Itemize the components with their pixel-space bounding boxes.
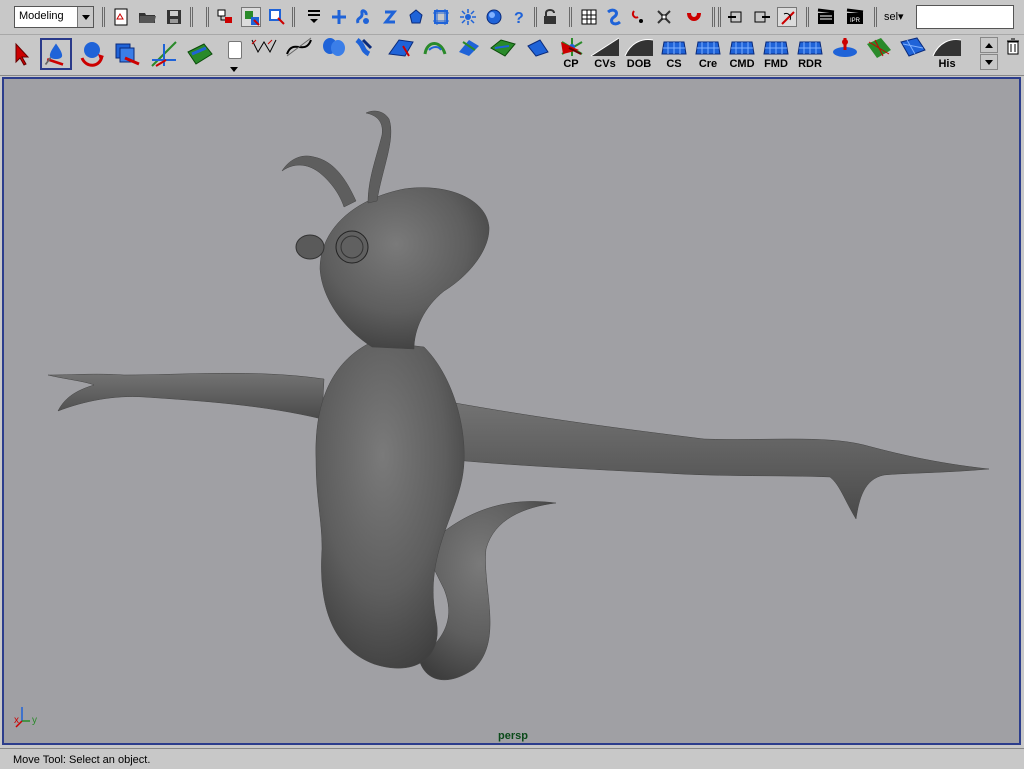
status-divider[interactable] <box>806 7 809 27</box>
magnet-icon[interactable] <box>684 7 704 27</box>
shelf-button-rdr[interactable]: RDR <box>794 36 826 70</box>
shelf-button-paint[interactable] <box>863 36 895 70</box>
shelf-button-surface-tool[interactable] <box>897 36 929 70</box>
history-icon[interactable] <box>484 7 504 27</box>
render-icon[interactable] <box>816 7 836 27</box>
shelf-button-cv-curve[interactable] <box>248 36 280 70</box>
chevron-up-icon[interactable] <box>980 37 998 53</box>
view-axis-indicator: x y <box>12 701 52 731</box>
manipulator-icon[interactable] <box>148 38 180 70</box>
shelf-button-extrude[interactable] <box>419 36 451 70</box>
alien-model[interactable] <box>4 79 1019 743</box>
help-line: Move Tool: Select an object. <box>0 748 1024 769</box>
shelf-scroll[interactable] <box>980 37 998 71</box>
axis-x-label: x <box>14 715 19 726</box>
shelf-button-label: Cre <box>698 58 718 70</box>
perspective-viewport[interactable]: x y persp <box>2 77 1021 745</box>
shelf-button-label: RDR <box>798 58 822 70</box>
quick-select-label[interactable]: sel▾ <box>884 10 904 23</box>
open-scene-icon[interactable] <box>137 7 157 27</box>
status-divider[interactable] <box>718 7 721 27</box>
output-line-icon[interactable] <box>752 7 772 27</box>
mask-menu-icon[interactable] <box>304 7 324 27</box>
shelf-button-label: CP <box>563 58 579 70</box>
shelf-button-boundary[interactable] <box>487 36 519 70</box>
shelf-button-label: FMD <box>764 58 788 70</box>
show-manipulator-icon[interactable] <box>184 38 216 70</box>
svg-text:IPR: IPR <box>850 18 861 24</box>
make-live-icon[interactable] <box>458 7 478 27</box>
rotate-tool-icon[interactable] <box>76 38 108 70</box>
shelf-button-label: DOB <box>626 58 652 70</box>
shelf-button-label: CMD <box>729 58 755 70</box>
select-all-icon[interactable] <box>329 7 349 27</box>
shelf-button-cvs[interactable]: CVs <box>589 36 621 70</box>
status-divider[interactable] <box>712 7 715 27</box>
shelf-button-his[interactable]: His <box>931 36 963 70</box>
status-divider[interactable] <box>534 7 537 27</box>
shelf-button-cmd[interactable]: CMD <box>726 36 758 70</box>
snap-curve-icon[interactable] <box>380 7 400 27</box>
snap-view-plane-icon[interactable] <box>431 7 451 27</box>
construction-history-icon[interactable] <box>604 7 624 27</box>
help-icon[interactable]: ? <box>509 7 529 27</box>
shelf-button-label: CS <box>666 58 682 70</box>
snap-point-icon[interactable] <box>406 7 426 27</box>
status-line: Modeling ? IPR sel▾ <box>0 0 1024 35</box>
move-tool-icon[interactable] <box>40 38 72 70</box>
new-scene-icon[interactable] <box>111 7 131 27</box>
shelf-button-cp[interactable]: CP <box>555 36 587 70</box>
shelf-tab-menu[interactable] <box>226 39 244 73</box>
select-tool-icon[interactable] <box>5 38 37 70</box>
select-component-icon[interactable] <box>267 7 287 27</box>
shelf-button-ep-curve[interactable] <box>283 36 315 70</box>
input-ops-icon[interactable] <box>579 7 599 27</box>
chevron-down-icon[interactable] <box>226 59 242 73</box>
shelf-tab-box[interactable] <box>228 41 242 59</box>
camera-label: persp <box>498 730 528 742</box>
status-divider[interactable] <box>102 7 105 27</box>
scale-tool-icon[interactable] <box>111 38 143 70</box>
selection-constraint-icon[interactable] <box>654 7 674 27</box>
shelf-button-sculpt[interactable] <box>829 36 861 70</box>
quick-select-field[interactable] <box>916 5 1014 29</box>
shelf-button-dob[interactable]: DOB <box>623 36 655 70</box>
input-line-icon[interactable] <box>726 7 746 27</box>
ipr-icon[interactable]: IPR <box>845 7 865 27</box>
lock-icon[interactable] <box>540 7 560 27</box>
shelf-button-cs[interactable]: CS <box>658 36 690 70</box>
status-divider[interactable] <box>190 7 193 27</box>
shelf-button-loft[interactable] <box>351 36 383 70</box>
shelf-button-bevel[interactable] <box>453 36 485 70</box>
status-divider[interactable] <box>292 7 295 27</box>
svg-text:?: ? <box>514 10 524 27</box>
shelf-button-cre[interactable]: Cre <box>692 36 724 70</box>
save-scene-icon[interactable] <box>164 7 184 27</box>
status-divider[interactable] <box>874 7 877 27</box>
status-divider[interactable] <box>569 7 572 27</box>
shelf-button-fmd[interactable]: FMD <box>760 36 792 70</box>
snap-grid-icon[interactable] <box>353 7 373 27</box>
help-line-text: Move Tool: Select an object. <box>13 754 151 766</box>
status-divider[interactable] <box>206 7 209 27</box>
chevron-down-icon[interactable] <box>980 54 998 70</box>
chevron-down-icon[interactable] <box>77 7 93 27</box>
axis-y-label: y <box>32 715 37 726</box>
trash-icon[interactable] <box>1004 37 1022 55</box>
construction-toggle-icon[interactable] <box>777 7 797 27</box>
menu-set-label: Modeling <box>19 10 64 22</box>
shelf-button-revolve[interactable] <box>318 36 350 70</box>
shelf-button-label: CVs <box>594 58 616 70</box>
select-object-icon[interactable] <box>241 7 261 27</box>
shelf-button-planar[interactable] <box>385 36 417 70</box>
shelf-button-birail[interactable] <box>522 36 554 70</box>
snap-toggle-icon[interactable] <box>629 7 649 27</box>
shelf: CP CVs DOB CS Cre CMD FMD RDR His <box>0 35 1024 76</box>
shelf-button-label: His <box>938 58 956 70</box>
select-hierarchy-icon[interactable] <box>216 7 236 27</box>
menu-set-selector[interactable]: Modeling <box>14 6 94 28</box>
